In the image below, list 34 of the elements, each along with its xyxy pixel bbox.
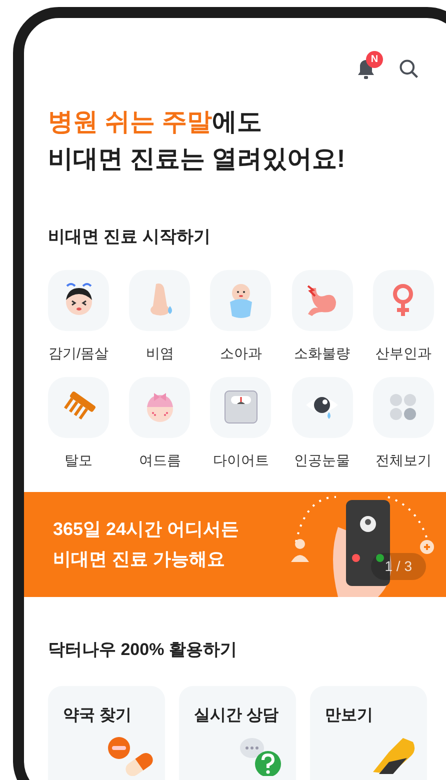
category-label: 다이어트 <box>212 450 269 470</box>
feature-card[interactable]: 만보기 <box>310 686 427 780</box>
category-label: 전체보기 <box>375 450 432 470</box>
category-button[interactable]: 여드름 <box>119 376 200 474</box>
search-icon[interactable] <box>398 58 420 80</box>
category-label: 소화불량 <box>294 344 350 362</box>
category-label: 비염 <box>146 344 174 362</box>
banner-text: 비대면 진료 가능해요 <box>53 548 226 571</box>
category-button[interactable]: 비염 <box>119 270 200 366</box>
category-label: 탈모 <box>64 450 93 470</box>
banner-text: 365일 24시간 어디서든 <box>53 518 240 541</box>
new-badge: N <box>366 51 383 68</box>
category-button[interactable]: 소화불량 <box>282 270 363 366</box>
feature-card[interactable]: 약국 찾기 <box>48 686 165 780</box>
category-button[interactable]: 산부인과 <box>362 270 444 366</box>
category-label: 감기/몸살 <box>48 344 109 362</box>
headline-line: 비대면 진료는 열려있어요! <box>48 144 346 175</box>
card-title: 만보기 <box>325 706 374 726</box>
category-button[interactable]: 인공눈물 <box>282 376 363 474</box>
category-button[interactable]: 소아과 <box>200 270 282 366</box>
category-label: 인공눈물 <box>294 450 350 470</box>
category-button[interactable]: 탈모 <box>38 376 120 474</box>
section-title: 닥터나우 200% 활용하기 <box>47 638 238 660</box>
category-button[interactable]: 감기/몸살 <box>38 270 120 366</box>
feature-card[interactable]: 실시간 상담 <box>179 686 296 780</box>
category-label: 소아과 <box>220 344 262 362</box>
card-title: 약국 찾기 <box>63 706 132 726</box>
card-title: 실시간 상담 <box>194 706 280 726</box>
category-button[interactable]: 다이어트 <box>200 376 282 474</box>
category-label: 여드름 <box>138 450 181 470</box>
headline-line: 병원 쉬는 주말에도 <box>48 107 263 138</box>
category-label: 산부인과 <box>375 344 432 362</box>
category-button[interactable]: 전체보기 <box>362 376 444 474</box>
section-title: 비대면 진료 시작하기 <box>47 226 212 248</box>
